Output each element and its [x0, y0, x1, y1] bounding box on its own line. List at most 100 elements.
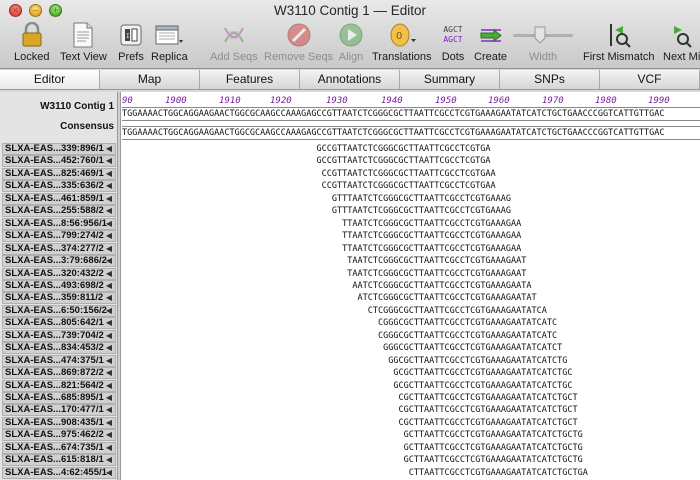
read-name-label: SLXA-EAS...674:735/1 — [5, 441, 104, 453]
read-sequence[interactable]: CTTAATTCGCCTCGTGAAAGAATATCATCTGCTGA — [409, 468, 588, 478]
read-name-cell[interactable]: SLXA-EAS...869:872/2 ◀ — [2, 367, 116, 380]
read-name-cell[interactable]: SLXA-EAS...615:818/1 ◀ — [2, 454, 116, 467]
text-view-button[interactable]: Text View — [60, 21, 107, 67]
read-name-cell[interactable]: SLXA-EAS...685:895/1 ◀ — [2, 392, 116, 404]
read-name-cell[interactable]: SLXA-EAS...461:859/1 ◀ — [2, 192, 116, 205]
read-name-cell[interactable]: SLXA-EAS...3:79:686/2 ◀ — [2, 255, 116, 268]
remove-seqs-button[interactable]: Remove Seqs — [264, 21, 333, 67]
read-sequence[interactable]: GTTTAATCTCGGGCGCTTAATTCGCCTCGTGAAAG — [332, 194, 511, 204]
read-sequence[interactable]: GCCGTTAATCTCGGGCGCTTAATTCGCCTCGTGA — [317, 144, 491, 154]
read-name-cell[interactable]: SLXA-EAS...8:56:956/1 ◀ — [2, 217, 116, 230]
read-direction-icon: ◀ — [105, 268, 112, 278]
read-name-cell[interactable]: SLXA-EAS...6:50:156/2 ◀ — [2, 304, 116, 317]
read-sequence[interactable]: CCGTTAATCTCGGGCGCTTAATTCGCCTCGTGAA — [322, 181, 496, 191]
add-seqs-button[interactable]: Add Seqs — [210, 21, 258, 67]
read-name-cell[interactable]: SLXA-EAS...335:636/2 ◀ — [2, 180, 116, 193]
read-name-cell[interactable]: SLXA-EAS...739:704/2 ◀ — [2, 329, 116, 342]
read-sequence[interactable]: GCGCTTAATTCGCCTCGTGAAAGAATATCATCTGC — [393, 368, 572, 378]
read-sequence[interactable]: CTCGGGCGCTTAATTCGCCTCGTGAAAGAATATCA — [368, 306, 547, 316]
read-name-cell[interactable]: SLXA-EAS...320:432/2 ◀ — [2, 267, 116, 280]
read-sequence[interactable]: TAATCTCGGGCGCTTAATTCGCCTCGTGAAAGAAT — [347, 269, 526, 279]
dots-button[interactable]: AGCT AGCT Dots — [440, 21, 466, 67]
read-sequence[interactable]: CGCTTAATTCGCCTCGTGAAAGAATATCATCTGCT — [398, 405, 577, 415]
read-name-cell[interactable]: SLXA-EAS...255:588/2 ◀ — [2, 205, 116, 218]
read-name-cell[interactable]: SLXA-EAS...825:469/1 ◀ — [2, 167, 116, 180]
read-name-cell[interactable]: SLXA-EAS...493:698/2 ◀ — [2, 279, 116, 292]
read-sequence[interactable]: GCTTAATTCGCCTCGTGAAAGAATATCATCTGCTG — [404, 443, 583, 453]
read-name-cell[interactable]: SLXA-EAS...821:564/2 ◀ — [2, 379, 116, 392]
tab-vcf[interactable]: VCF — [600, 70, 700, 89]
read-name-cell[interactable]: SLXA-EAS...339:896/1 ◀ — [2, 143, 116, 155]
read-sequence[interactable]: TTAATCTCGGGCGCTTAATTCGCCTCGTGAAAGAA — [342, 244, 521, 254]
read-sequence[interactable]: GCCGTTAATCTCGGGCGCTTAATTCGCCTCGTGA — [317, 156, 491, 166]
read-name-label: SLXA-EAS...374:277/2 — [5, 242, 104, 254]
sequence-pane[interactable]: 90 1900 1910 1920 1930 1940 1950 1960 1970 1980 19… — [122, 92, 700, 480]
align-button[interactable]: Align — [337, 21, 365, 67]
read-direction-icon: ◀ — [105, 243, 112, 253]
read-sequence[interactable]: CCGTTAATCTCGGGCGCTTAATTCGCCTCGTGAA — [322, 169, 496, 179]
read-name-cell[interactable]: SLXA-EAS...170:477/1 ◀ — [2, 404, 116, 417]
tab-snps[interactable]: SNPs — [500, 70, 600, 89]
width-slider[interactable]: Width — [510, 21, 576, 67]
read-name-label: SLXA-EAS...320:432/2 — [5, 267, 104, 279]
read-direction-icon: ◀ — [105, 218, 112, 228]
read-name-label: SLXA-EAS...359:811/2 — [5, 292, 104, 304]
create-button[interactable]: Create — [474, 21, 507, 67]
read-name-label: SLXA-EAS...975:462/2 — [5, 429, 104, 441]
read-name-cell[interactable]: SLXA-EAS...4:62:455/1 ◀ — [2, 466, 116, 479]
read-name-label: SLXA-EAS...825:469/1 — [5, 167, 104, 179]
read-name-cell[interactable]: SLXA-EAS...452:760/1 ◀ — [2, 155, 116, 168]
read-name-cell[interactable]: SLXA-EAS...799:274/2 ◀ — [2, 230, 116, 243]
read-direction-icon: ◀ — [105, 156, 112, 166]
read-sequence[interactable]: CGCTTAATTCGCCTCGTGAAAGAATATCATCTGCT — [398, 418, 577, 428]
consensus-sequence: TGGAAAACTGGCAGGAAGAACTGGCGCAAGCCAAAGAGCC… — [122, 128, 665, 138]
contig-name: W3110 Contig 1 — [40, 101, 114, 112]
tab-summary[interactable]: Summary — [400, 70, 500, 89]
replica-button[interactable]: Replica — [151, 21, 188, 67]
reference-row: TGGAAAACTGGCAGGAAGAACTGGCGCAAGCCAAAGAGCC… — [122, 107, 700, 121]
read-sequence[interactable]: GGCGCTTAATTCGCCTCGTGAAAGAATATCATCTG — [388, 356, 567, 366]
read-sequence[interactable]: GGGCGCTTAATTCGCCTCGTGAAAGAATATCATCT — [383, 343, 562, 353]
tab-map[interactable]: Map — [100, 70, 200, 89]
read-sequence[interactable]: CGGGCGCTTAATTCGCCTCGTGAAAGAATATCATC — [378, 318, 557, 328]
locked-button[interactable]: Locked — [14, 21, 49, 67]
read-name-label: SLXA-EAS...339:896/1 — [5, 143, 104, 154]
read-sequence[interactable]: GCGCTTAATTCGCCTCGTGAAAGAATATCATCTGC — [393, 381, 572, 391]
read-name-cell[interactable]: SLXA-EAS...805:642/1 ◀ — [2, 317, 116, 330]
read-name-cell[interactable]: SLXA-EAS...674:735/1 ◀ — [2, 441, 116, 454]
read-name-cell[interactable]: SLXA-EAS...359:811/2 ◀ — [2, 292, 116, 305]
agct-dots-icon: AGCT AGCT — [443, 25, 463, 44]
read-direction-icon: ◀ — [105, 280, 112, 290]
ruler-label: 1960 — [488, 96, 510, 106]
read-sequence[interactable]: TTAATCTCGGGCGCTTAATTCGCCTCGTGAAAGAA — [342, 219, 521, 229]
read-name-cell[interactable]: SLXA-EAS...474:375/1 ◀ — [2, 354, 116, 367]
read-sequence[interactable]: ATCTCGGGCGCTTAATTCGCCTCGTGAAAGAATAT — [358, 293, 537, 303]
tab-annotations[interactable]: Annotations — [300, 70, 400, 89]
read-sequence[interactable]: AATCTCGGGCGCTTAATTCGCCTCGTGAAAGAATA — [352, 281, 531, 291]
read-sequence[interactable]: TTAATCTCGGGCGCTTAATTCGCCTCGTGAAAGAA — [342, 231, 521, 241]
first-mismatch-icon — [605, 21, 633, 49]
column-splitter[interactable] — [118, 92, 121, 480]
read-name-label: SLXA-EAS...615:818/1 — [5, 454, 104, 466]
read-name-cell[interactable]: SLXA-EAS...834:453/2 ◀ — [2, 342, 116, 355]
read-direction-icon: ◀ — [105, 455, 112, 465]
read-name-label: SLXA-EAS...8:56:956/1 — [5, 217, 107, 229]
read-direction-icon: ◀ — [105, 355, 112, 365]
read-name-label: SLXA-EAS...869:872/2 — [5, 367, 104, 379]
read-name-cell[interactable]: SLXA-EAS...975:462/2 ◀ — [2, 429, 116, 442]
next-mismatch-button[interactable]: Next Mi — [663, 21, 700, 67]
read-sequence[interactable]: GCTTAATTCGCCTCGTGAAAGAATATCATCTGCTG — [404, 455, 583, 465]
read-name-cell[interactable]: SLXA-EAS...908:435/1 ◀ — [2, 416, 116, 429]
read-sequence[interactable]: GTTTAATCTCGGGCGCTTAATTCGCCTCGTGAAAG — [332, 206, 511, 216]
read-sequence[interactable]: GCTTAATTCGCCTCGTGAAAGAATATCATCTGCTG — [404, 430, 583, 440]
read-sequence[interactable]: CGCTTAATTCGCCTCGTGAAAGAATATCATCTGCT — [398, 393, 577, 403]
read-sequence[interactable]: CGGGCGCTTAATTCGCCTCGTGAAAGAATATCATC — [378, 331, 557, 341]
prefs-button[interactable]: I Prefs — [117, 21, 145, 67]
tab-features[interactable]: Features — [200, 70, 300, 89]
tab-editor[interactable]: Editor — [0, 70, 100, 89]
read-sequence[interactable]: TAATCTCGGGCGCTTAATTCGCCTCGTGAAAGAAT — [347, 256, 526, 266]
read-name-cell[interactable]: SLXA-EAS...374:277/2 ◀ — [2, 242, 116, 255]
translations-button[interactable]: 0 Translations — [372, 21, 432, 67]
first-mismatch-button[interactable]: First Mismatch — [583, 21, 655, 67]
title-toolbar: × – + W3110 Contig 1 — Editor Locked Tex… — [0, 0, 700, 69]
